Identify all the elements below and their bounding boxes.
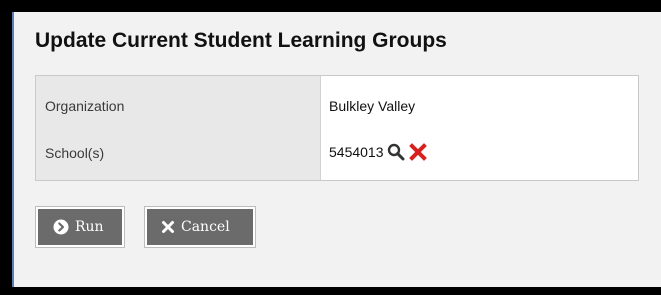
search-icon[interactable] bbox=[386, 142, 406, 162]
run-button-label: Run bbox=[75, 219, 104, 235]
organization-value: Bulkley Valley bbox=[329, 98, 416, 114]
schools-value: 5454013 bbox=[329, 144, 384, 160]
dialog-title: Update Current Student Learning Groups bbox=[35, 29, 447, 52]
dialog-panel: Update Current Student Learning Groups O… bbox=[12, 12, 661, 287]
cancel-button[interactable]: Cancel bbox=[145, 207, 255, 247]
window-frame: Update Current Student Learning Groups O… bbox=[0, 0, 661, 295]
schools-label: School(s) bbox=[45, 145, 105, 161]
labels-column: Organization School(s) bbox=[36, 76, 321, 180]
clear-icon[interactable] bbox=[408, 142, 428, 162]
x-icon bbox=[161, 220, 175, 234]
cancel-button-label: Cancel bbox=[181, 219, 230, 235]
parameters-table: Organization School(s) Bulkley Valley 54… bbox=[35, 75, 639, 181]
run-button[interactable]: Run bbox=[36, 207, 124, 247]
schools-value-group: 5454013 bbox=[329, 140, 428, 164]
organization-label: Organization bbox=[45, 98, 125, 114]
circle-arrow-right-icon bbox=[53, 219, 69, 235]
